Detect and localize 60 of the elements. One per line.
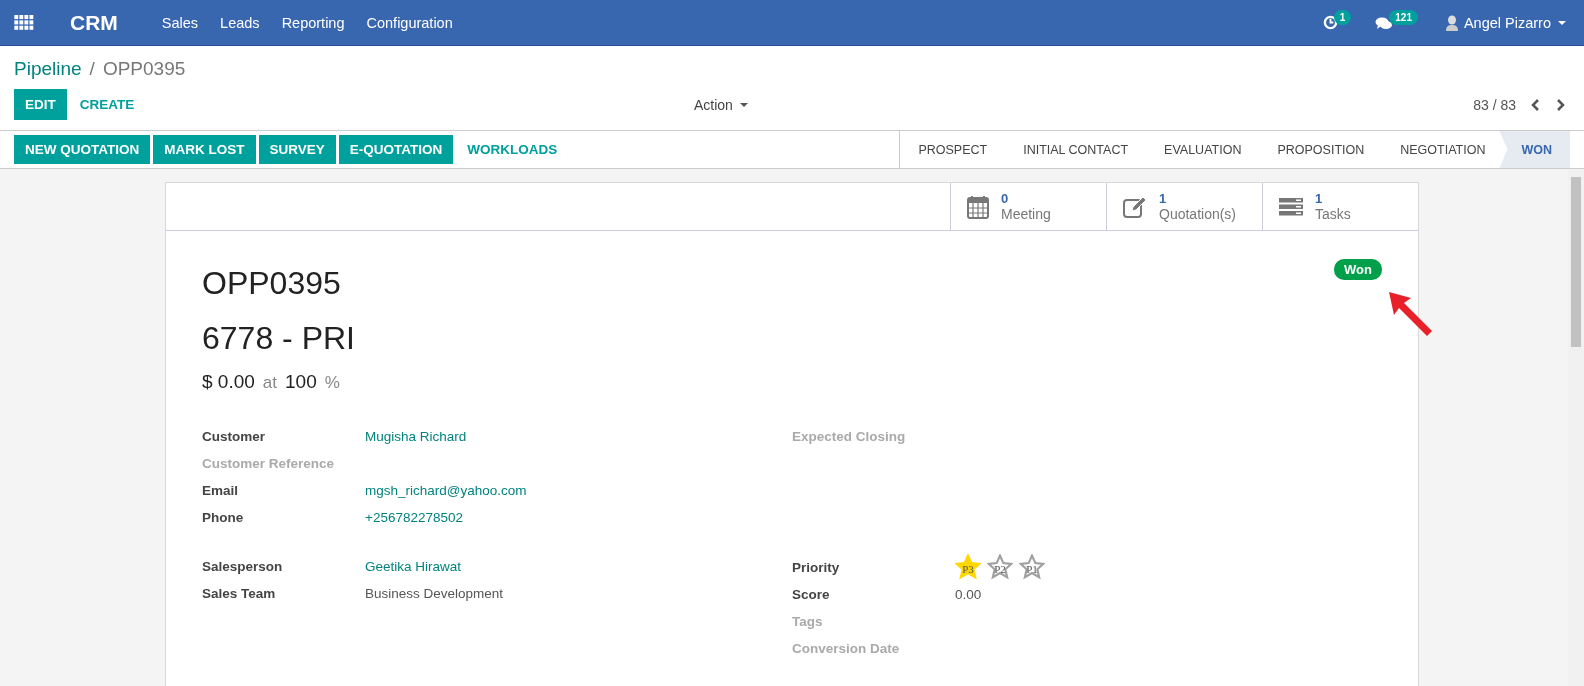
previous-icon[interactable]: [1530, 97, 1540, 112]
field-label: Customer: [202, 429, 266, 444]
menu-item[interactable]: Sales: [161, 14, 199, 31]
field-label: Score: [792, 587, 831, 602]
field-label: Expected Closing: [792, 429, 907, 444]
activity-count-badge: 1: [1333, 10, 1352, 25]
pager-value: 83 / 83: [1473, 96, 1516, 113]
stage-tab[interactable]: WON: [1499, 131, 1570, 168]
tasks-icon: [1279, 196, 1303, 217]
star-icon[interactable]: P1: [1019, 554, 1045, 580]
user-menu[interactable]: Angel Pizarro: [1463, 14, 1566, 31]
app-name[interactable]: CRM: [70, 10, 118, 35]
edit-icon: [1123, 195, 1147, 218]
caret-icon: [739, 102, 748, 107]
field-label: Phone: [202, 510, 245, 525]
field-label: Sales Team: [202, 586, 277, 601]
apps-grid-icon[interactable]: [14, 15, 34, 30]
message-count-badge: 121: [1389, 10, 1418, 25]
breadcrumb-link[interactable]: Pipeline: [14, 58, 82, 80]
menu-item[interactable]: Leads: [220, 14, 260, 31]
chat-bubbles-icon[interactable]: [1375, 15, 1394, 30]
field-link[interactable]: mgsh_richard@yahoo.com: [365, 483, 527, 498]
star-icon[interactable]: P3: [955, 554, 981, 580]
won-badge: Won: [1334, 259, 1382, 280]
header-button[interactable]: MARK LOST: [153, 135, 256, 164]
breadcrumb-current: OPP0395: [102, 58, 186, 80]
priority-stars[interactable]: P3 P2 P1: [955, 554, 1045, 580]
field-label: Tags: [792, 614, 824, 629]
record-name: OPP0395: [202, 265, 341, 302]
header-button[interactable]: SURVEY: [258, 135, 336, 164]
user-avatar-icon[interactable]: [1445, 14, 1458, 31]
clock-icon[interactable]: [1322, 15, 1338, 30]
caret-icon: [1558, 20, 1566, 25]
field-value: Business Development: [365, 586, 504, 601]
header-button[interactable]: WORKLOADS: [456, 135, 569, 164]
record-title: 6778 - PRI: [202, 320, 355, 357]
field-label: Salesperson: [202, 559, 284, 574]
menu-item[interactable]: Reporting: [281, 14, 345, 31]
percent-label: %: [324, 373, 340, 393]
field-label: Conversion Date: [792, 641, 901, 656]
field-link[interactable]: Mugisha Richard: [365, 429, 467, 444]
edit-button[interactable]: EDIT: [14, 89, 67, 120]
header-button[interactable]: NEW QUOTATION: [14, 135, 151, 164]
field-label: Customer Reference: [202, 456, 336, 471]
at-label: at: [262, 373, 277, 393]
field-value: 0.00: [955, 587, 982, 602]
calendar-icon: [967, 194, 989, 219]
header-button[interactable]: E-QUOTATION: [338, 135, 454, 164]
create-button[interactable]: CREATE: [68, 89, 146, 120]
breadcrumb-separator: /: [89, 58, 95, 80]
menu-item[interactable]: Configuration: [366, 14, 453, 31]
probability-value: 100: [285, 371, 317, 393]
amount-value: $ 0.00: [202, 371, 255, 393]
field-link[interactable]: Geetika Hirawat: [365, 559, 462, 574]
field-label: Email: [202, 483, 240, 498]
field-label: Priority: [792, 559, 841, 575]
star-icon[interactable]: P2: [987, 554, 1013, 580]
action-dropdown[interactable]: Action: [694, 96, 748, 113]
field-link[interactable]: +256782278502: [365, 510, 463, 525]
next-icon[interactable]: [1556, 97, 1566, 112]
